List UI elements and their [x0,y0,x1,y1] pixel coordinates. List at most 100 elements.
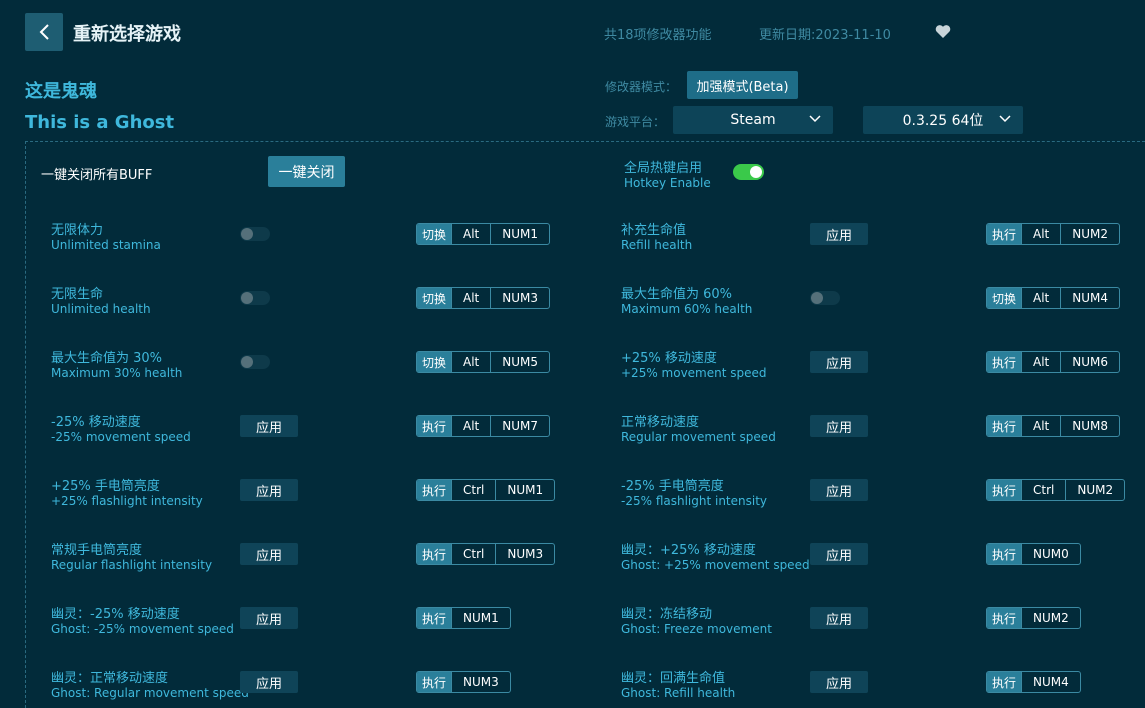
hotkey-key: Alt [451,224,490,244]
apply-button[interactable]: 应用 [810,671,868,693]
chevron-down-icon [999,115,1011,123]
hotkey-combo[interactable]: 执行 Alt NUM2 [986,223,1121,245]
cheat-name-cn: 常规手电筒亮度 [51,543,143,558]
cheat-name-en: Maximum 30% health [51,366,183,380]
page-title: 重新选择游戏 [73,24,181,45]
toggle-knob [750,166,762,178]
hotkey-key: NUM7 [490,416,549,436]
mode-button[interactable]: 加强模式(Beta) [687,71,798,99]
cheat-name-cn: 幽灵：正常移动速度 [51,671,169,686]
hotkey-combo[interactable]: 执行 NUM4 [986,671,1081,693]
hotkey-key: NUM2 [1021,608,1080,628]
hotkey-combo[interactable]: 执行 Ctrl NUM3 [416,543,556,565]
hotkey-key: Alt [1021,224,1060,244]
apply-button[interactable]: 应用 [810,223,868,245]
game-name-en: This is a Ghost [25,112,175,133]
hotkey-action: 切换 [987,288,1022,308]
hotkey-key: NUM4 [1060,288,1119,308]
back-button[interactable] [25,13,63,51]
hotkey-key: NUM3 [495,544,554,564]
mode-label: 修改器模式： [605,80,678,94]
cheat-toggle[interactable] [810,291,840,305]
cheat-name-en: Unlimited stamina [51,238,161,252]
apply-button[interactable]: 应用 [810,351,868,373]
all-off-button[interactable]: 一键关闭 [268,156,345,187]
hotkey-action: 执行 [417,608,452,628]
favorite-button[interactable] [935,24,951,43]
hotkey-action: 执行 [417,480,452,500]
cheat-name-cn: 幽灵：回满生命值 [621,671,726,686]
toggle-knob [241,292,253,304]
cheat-name-cn: 最大生命值为 60% [621,287,733,302]
hotkey-action: 执行 [987,416,1022,436]
feature-count: 共18项修改器功能 [604,28,712,43]
hotkey-combo[interactable]: 执行 Ctrl NUM2 [986,479,1126,501]
hotkey-key: NUM2 [1060,224,1119,244]
cheat-name-cn: 无限生命 [51,287,104,302]
hotkey-action: 切换 [417,288,452,308]
hotkey-enable-toggle[interactable] [733,164,764,180]
cheat-name-cn: 补充生命值 [621,223,687,238]
version-value: 0.3.25 64位 [902,113,984,129]
cheat-name-en: Ghost: Freeze movement [621,622,772,636]
hotkey-action: 执行 [417,416,452,436]
hotkey-action: 执行 [417,544,452,564]
cheat-toggle[interactable] [240,355,270,369]
hotkey-combo[interactable]: 执行 Alt NUM6 [986,351,1121,373]
hotkey-key: NUM1 [451,608,510,628]
hotkey-combo[interactable]: 切换 Alt NUM1 [416,223,551,245]
platform-select[interactable]: Steam [673,106,833,134]
apply-button[interactable]: 应用 [810,479,868,501]
toggle-knob [241,228,253,240]
hotkey-combo[interactable]: 执行 Alt NUM8 [986,415,1121,437]
cheat-name-en: +25% flashlight intensity [51,494,203,508]
cheat-name-en: Ghost: +25% movement speed [621,558,810,572]
apply-button[interactable]: 应用 [810,543,868,565]
platform-label: 游戏平台： [605,115,666,129]
hotkey-key: NUM1 [495,480,554,500]
cheat-name-cn: 正常移动速度 [621,415,700,430]
cheat-name-cn: +25% 移动速度 [621,351,717,366]
apply-button[interactable]: 应用 [240,479,298,501]
hotkey-action: 执行 [987,608,1022,628]
cheat-name-cn: 最大生命值为 30% [51,351,163,366]
hotkey-combo[interactable]: 执行 NUM3 [416,671,511,693]
cheat-name-en: Ghost: -25% movement speed [51,622,234,636]
cheat-name-en: Refill health [621,238,693,252]
hotkey-action: 切换 [417,352,452,372]
hotkey-combo[interactable]: 切换 Alt NUM5 [416,351,551,373]
apply-button[interactable]: 应用 [240,543,298,565]
hotkey-key: NUM4 [1021,672,1080,692]
apply-button[interactable]: 应用 [240,607,298,629]
hotkey-key: NUM1 [490,224,549,244]
cheat-name-en: -25% movement speed [51,430,191,444]
chevron-down-icon [809,115,821,123]
hotkey-combo[interactable]: 执行 NUM0 [986,543,1081,565]
cheat-toggle[interactable] [240,291,270,305]
cheat-name-cn: 无限体力 [51,223,104,238]
cheat-name-en: +25% movement speed [621,366,767,380]
hotkey-combo[interactable]: 执行 NUM2 [986,607,1081,629]
hotkey-action: 执行 [417,672,452,692]
hotkey-combo[interactable]: 执行 Alt NUM7 [416,415,551,437]
version-select[interactable]: 0.3.25 64位 [863,106,1023,134]
hotkey-key: NUM6 [1060,352,1119,372]
cheat-name-cn: 幽灵：-25% 移动速度 [51,607,180,622]
hotkey-combo[interactable]: 执行 NUM1 [416,607,511,629]
hotkey-key: Ctrl [451,480,495,500]
platform-value: Steam [730,112,776,128]
hotkey-combo[interactable]: 切换 Alt NUM3 [416,287,551,309]
hotkey-combo[interactable]: 执行 Ctrl NUM1 [416,479,556,501]
apply-button[interactable]: 应用 [240,671,298,693]
cheat-toggle[interactable] [240,227,270,241]
hotkey-key: Ctrl [451,544,495,564]
hotkey-combo[interactable]: 切换 Alt NUM4 [986,287,1121,309]
apply-button[interactable]: 应用 [810,415,868,437]
apply-button[interactable]: 应用 [810,607,868,629]
hotkey-action: 执行 [987,672,1022,692]
apply-button[interactable]: 应用 [240,415,298,437]
hotkey-enable-label-en: Hotkey Enable [624,176,711,190]
cheat-name-en: Ghost: Regular movement speed [51,686,249,700]
toggle-knob [811,292,823,304]
heart-icon [935,25,951,38]
